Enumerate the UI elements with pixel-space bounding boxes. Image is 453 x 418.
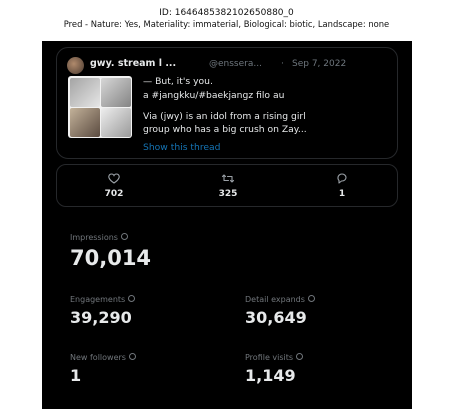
engagements-value: 39,290 — [70, 308, 132, 327]
detail-expands-metric: Detail expands 30,649 — [245, 295, 315, 327]
info-icon[interactable] — [296, 353, 304, 360]
show-thread-link[interactable]: Show this thread — [143, 142, 221, 153]
impressions-metric: Impressions 70,014 — [70, 233, 151, 270]
tweet-media[interactable] — [68, 76, 132, 138]
info-icon[interactable] — [128, 295, 136, 302]
tweet-date[interactable]: Sep 7, 2022 — [292, 59, 346, 69]
profile-visits-metric: Profile visits 1,149 — [245, 353, 304, 385]
media-image — [101, 78, 131, 107]
new-followers-label: New followers — [70, 353, 126, 362]
tweet-text-line: a #jangkku/#baekjangz filo au — [143, 90, 285, 101]
retweet-icon — [221, 174, 235, 183]
tweet-text-line: Via (jwy) is an idol from a rising girl — [143, 111, 306, 122]
media-image — [70, 108, 100, 137]
profile-visits-label: Profile visits — [245, 353, 294, 362]
likes-stat[interactable]: 702 — [57, 165, 171, 208]
reply-icon — [337, 173, 347, 184]
retweets-stat[interactable]: 325 — [171, 165, 285, 208]
tweet-text-line: group who has a big crush on Zay... — [143, 124, 307, 135]
detail-expands-value: 30,649 — [245, 308, 307, 327]
analytics-screenshot: gwy. stream l ... @enssera... · Sep 7, 2… — [42, 41, 412, 409]
author-handle: @enssera... — [209, 59, 262, 69]
retweets-count: 325 — [218, 189, 238, 199]
media-image — [70, 78, 100, 107]
replies-stat[interactable]: 1 — [285, 165, 399, 208]
tweet-card[interactable]: gwy. stream l ... @enssera... · Sep 7, 2… — [56, 47, 398, 159]
replies-count: 1 — [338, 189, 346, 199]
engagement-stats-row: 702 325 1 — [56, 164, 398, 207]
new-followers-value: 1 — [70, 366, 82, 385]
new-followers-metric: New followers 1 — [70, 353, 136, 385]
likes-count: 702 — [104, 189, 124, 199]
info-icon[interactable] — [128, 353, 136, 360]
impressions-label: Impressions — [70, 233, 118, 242]
detail-expands-label: Detail expands — [245, 295, 305, 304]
engagements-metric: Engagements 39,290 — [70, 295, 136, 327]
prediction-caption: Pred - Nature: Yes, Materiality: immater… — [63, 19, 390, 29]
info-icon[interactable] — [120, 233, 128, 240]
tweet-text-line: — But, it's you. — [143, 76, 213, 87]
profile-visits-value: 1,149 — [245, 366, 296, 385]
image-id-caption: ID: 1646485382102650880_0 — [159, 8, 294, 18]
author-name[interactable]: gwy. stream l ... — [90, 58, 176, 69]
caption-header: ID: 1646485382102650880_0 Pred - Nature:… — [0, 8, 453, 30]
heart-icon — [108, 173, 120, 184]
engagements-label: Engagements — [70, 295, 126, 304]
dot-separator: · — [281, 59, 284, 69]
media-image — [101, 108, 131, 137]
impressions-value: 70,014 — [70, 246, 152, 270]
avatar[interactable] — [67, 57, 84, 74]
info-icon[interactable] — [307, 295, 315, 302]
